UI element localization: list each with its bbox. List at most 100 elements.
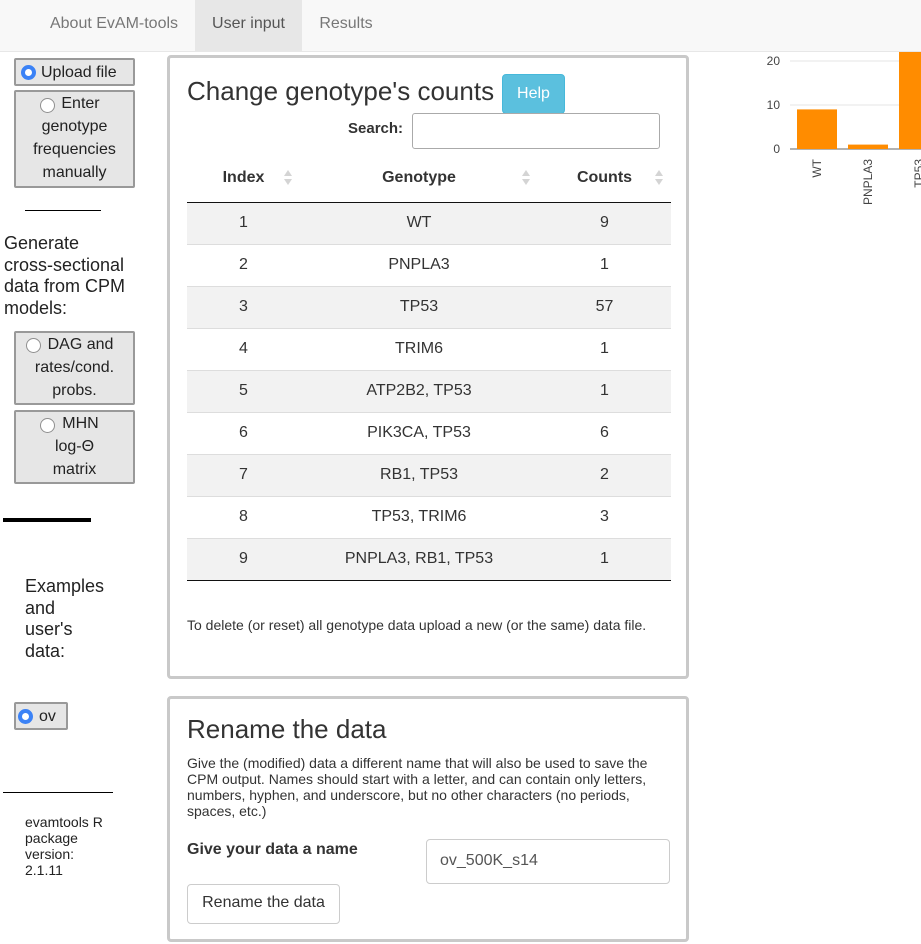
cell-genotype: ATP2B2, TP53 (300, 369, 538, 412)
radio-mhn-matrix[interactable]: MHN log-Θ matrix (14, 410, 135, 484)
examples-heading-line: user's (25, 619, 73, 639)
column-header-genotype[interactable]: Genotype (300, 155, 538, 203)
tab-about[interactable]: About EvAM-tools (33, 0, 195, 52)
cell-index: 8 (187, 495, 300, 538)
column-header-label: Index (222, 169, 265, 187)
y-tick-label: 0 (773, 142, 780, 156)
version-line: evamtools R (25, 814, 103, 830)
cell-counts: 1 (538, 243, 671, 286)
table-row[interactable]: 3 TP53 57 (187, 285, 671, 328)
cell-genotype: PNPLA3, RB1, TP53 (300, 537, 538, 581)
radio-dag-line: probs. (52, 382, 97, 399)
radio-dag-line: DAG and (47, 336, 114, 353)
cell-counts: 2 (538, 453, 671, 496)
cell-genotype: PNPLA3 (300, 243, 538, 286)
cell-genotype: RB1, TP53 (300, 453, 538, 496)
radio-enter-line: genotype (41, 118, 108, 135)
cell-index: 3 (187, 285, 300, 328)
bar-pnpla3[interactable] (848, 144, 888, 149)
panel-title: Rename the data (187, 714, 387, 744)
cell-index: 4 (187, 327, 300, 370)
radio-upload-label: Upload file (41, 64, 117, 81)
radio-mhn-line: MHN (62, 415, 99, 432)
generate-heading-line: models: (4, 297, 68, 318)
generate-heading-line: Generate (4, 233, 80, 253)
table-row[interactable]: 9 PNPLA3, RB1, TP53 1 (187, 537, 671, 581)
version-line: package (25, 830, 78, 846)
cell-index: 9 (187, 537, 300, 581)
x-tick-label: TP53 (912, 159, 921, 188)
search-label: Search: (348, 120, 404, 137)
genotype-counts-panel: Change genotype's counts Help Search: In… (167, 55, 689, 679)
name-label: Give your data a name (187, 841, 358, 858)
x-tick-label: PNPLA3 (861, 159, 875, 205)
cell-index: 7 (187, 453, 300, 496)
table-row[interactable]: 6 PIK3CA, TP53 6 (187, 411, 671, 454)
help-button[interactable]: Help (502, 74, 565, 114)
cell-genotype: TRIM6 (300, 327, 538, 370)
cell-index: 2 (187, 243, 300, 286)
cell-counts: 57 (538, 285, 671, 328)
thick-divider (3, 518, 91, 522)
examples-heading-line: and (25, 597, 56, 618)
radio-mhn-line: matrix (52, 461, 97, 478)
examples-heading-line: Examples (25, 576, 105, 596)
table-row[interactable]: 2 PNPLA3 1 (187, 243, 671, 286)
column-header-label: Counts (576, 169, 633, 187)
table-row[interactable]: 7 RB1, TP53 2 (187, 453, 671, 496)
cell-index: 5 (187, 369, 300, 412)
cell-counts: 1 (538, 327, 671, 370)
divider (25, 210, 101, 211)
bar-tp53[interactable] (899, 52, 921, 149)
radio-dag-line: rates/cond. (34, 359, 115, 376)
navbar: About EvAM-tools User input Results (0, 0, 921, 52)
version-line: version: (25, 846, 75, 862)
radio-enter-line: frequencies (33, 141, 116, 158)
bar-wt[interactable] (797, 109, 837, 149)
column-header-label: Genotype (382, 169, 456, 187)
radio-checked-icon (21, 65, 36, 80)
version-line: 2.1.11 (25, 862, 63, 878)
examples-heading: Examples and user's data: (25, 576, 104, 662)
radio-enter-line: manually (42, 164, 107, 181)
radio-upload-file[interactable]: Upload file (14, 58, 135, 86)
cell-counts: 3 (538, 495, 671, 538)
genotype-frequency-chart: 0 10 20 WT PNPLA3 TP53 (767, 52, 921, 205)
y-tick-label: 20 (767, 54, 781, 68)
radio-dag-rates[interactable]: DAG and rates/cond. probs. (14, 331, 135, 405)
tab-user-input[interactable]: User input (195, 0, 302, 52)
table-row[interactable]: 8 TP53, TRIM6 3 (187, 495, 671, 538)
cell-genotype: PIK3CA, TP53 (300, 411, 538, 454)
column-header-counts[interactable]: Counts (538, 155, 671, 203)
cell-counts: 1 (538, 369, 671, 412)
cell-genotype: TP53, TRIM6 (300, 495, 538, 538)
data-name-input[interactable]: ov_500K_s14 (426, 839, 670, 884)
table-row[interactable]: 5 ATP2B2, TP53 1 (187, 369, 671, 412)
column-header-index[interactable]: Index (187, 155, 300, 203)
table-row[interactable]: 4 TRIM6 1 (187, 327, 671, 370)
sort-icon (522, 170, 530, 186)
cell-index: 6 (187, 411, 300, 454)
cell-genotype: TP53 (300, 285, 538, 328)
table-row[interactable]: 1 WT 9 (187, 202, 671, 244)
rename-button[interactable]: Rename the data (187, 884, 340, 924)
generate-heading: Generate cross-sectional data from CPM m… (4, 233, 125, 319)
divider (3, 792, 113, 793)
cell-index: 1 (187, 202, 300, 244)
cell-counts: 6 (538, 411, 671, 454)
radio-example-label: ov (39, 708, 56, 725)
y-tick-label: 10 (767, 98, 781, 112)
cell-counts: 1 (538, 537, 671, 581)
x-tick-label: WT (810, 158, 824, 177)
radio-enter-manually[interactable]: Enter genotype frequencies manually (14, 90, 135, 188)
delete-note: To delete (or reset) all genotype data u… (187, 617, 647, 633)
examples-heading-line: data: (25, 640, 66, 661)
table-header-row: Index Genotype Counts (187, 155, 671, 203)
search-input[interactable] (412, 113, 660, 149)
radio-example-ov[interactable]: ov (14, 702, 68, 730)
rename-description: Give the (modified) data a different nam… (187, 755, 648, 819)
rename-panel: Rename the data Give the (modified) data… (167, 696, 689, 942)
sort-icon (284, 170, 292, 186)
generate-heading-line: data from CPM (4, 276, 126, 296)
tab-results[interactable]: Results (302, 0, 390, 52)
